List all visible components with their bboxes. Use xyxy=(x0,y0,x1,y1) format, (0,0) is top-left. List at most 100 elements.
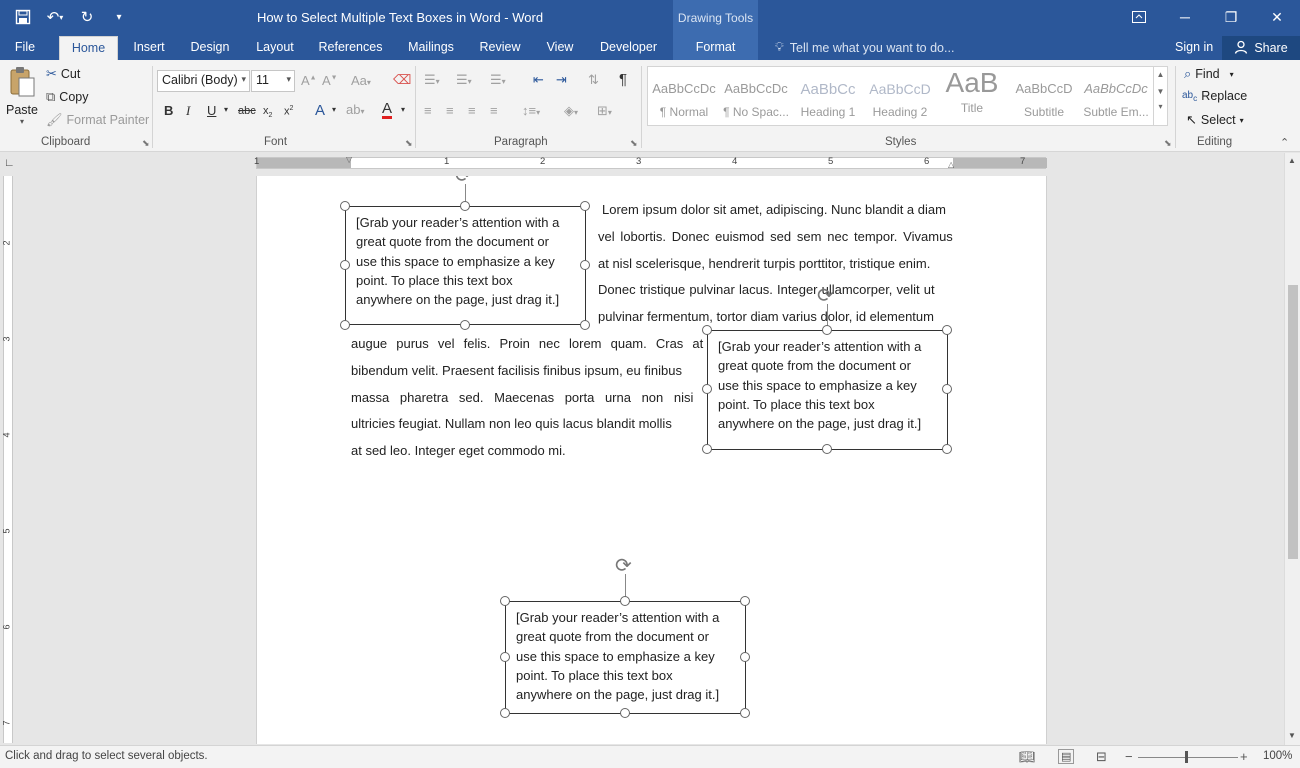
tab-review[interactable]: Review xyxy=(475,36,525,60)
minimize-icon[interactable]: ─ xyxy=(1162,0,1208,34)
decrease-indent-icon[interactable]: ⇤ xyxy=(533,72,544,88)
tab-insert[interactable]: Insert xyxy=(124,36,174,60)
resize-handle[interactable] xyxy=(702,384,712,394)
format-painter-button[interactable]: 🖌︎ Format Painter xyxy=(46,112,149,128)
subscript-icon[interactable]: x2 xyxy=(263,105,272,119)
resize-handle[interactable] xyxy=(702,325,712,335)
scroll-down-icon[interactable]: ▼ xyxy=(1288,731,1296,740)
vertical-ruler[interactable]: 2 3 4 5 6 7 xyxy=(0,176,16,743)
paste-button[interactable]: Paste ▾ xyxy=(4,66,40,132)
resize-handle[interactable] xyxy=(740,596,750,606)
style-heading-2[interactable]: AaBbCcD Heading 2 xyxy=(864,67,936,125)
tab-view[interactable]: View xyxy=(540,36,580,60)
resize-handle[interactable] xyxy=(580,201,590,211)
text-effects-icon[interactable]: A xyxy=(315,102,325,119)
resize-handle[interactable] xyxy=(340,320,350,330)
styles-launcher-icon[interactable]: ⬊ xyxy=(1164,138,1172,149)
tell-me-box[interactable]: 💡︎ Tell me what you want to do... xyxy=(775,40,954,55)
style-heading-1[interactable]: AaBbCc Heading 1 xyxy=(792,67,864,125)
resize-handle[interactable] xyxy=(340,260,350,270)
resize-handle[interactable] xyxy=(822,444,832,454)
styles-gallery-scroll[interactable]: ▲ ▼ ▾ xyxy=(1153,67,1167,125)
resize-handle[interactable] xyxy=(822,325,832,335)
resize-handle[interactable] xyxy=(942,384,952,394)
scroll-up-icon[interactable]: ▲ xyxy=(1288,156,1296,165)
font-size-combo[interactable]: 11 ▾ xyxy=(251,70,295,92)
line-spacing-icon[interactable]: ↕≡▾ xyxy=(522,103,540,118)
text-box[interactable]: [Grab your reader’s attention with a gre… xyxy=(707,330,948,450)
style-title[interactable]: AaB Title xyxy=(936,67,1008,125)
text-box[interactable]: [Grab your reader’s attention with a gre… xyxy=(345,206,586,325)
resize-handle[interactable] xyxy=(620,708,630,718)
tab-selector-icon[interactable]: ∟ xyxy=(4,157,15,169)
print-layout-icon[interactable]: ▤ xyxy=(1058,749,1075,764)
superscript-icon[interactable]: x2 xyxy=(284,105,293,118)
right-indent-marker[interactable]: △ xyxy=(948,160,954,169)
resize-handle[interactable] xyxy=(460,320,470,330)
tab-layout[interactable]: Layout xyxy=(248,36,302,60)
style-no-spacing[interactable]: AaBbCcDc ¶ No Spac... xyxy=(720,67,792,125)
collapse-ribbon-icon[interactable]: ⌃ xyxy=(1280,136,1289,149)
document-canvas[interactable]: Lorem ipsum dolor sit amet, adipiscing. … xyxy=(16,176,1284,744)
rotation-handle-icon[interactable]: ⟳ xyxy=(615,556,632,576)
justify-icon[interactable]: ≡ xyxy=(490,103,498,118)
scroll-up-icon[interactable]: ▲ xyxy=(1154,70,1167,79)
more-styles-icon[interactable]: ▾ xyxy=(1154,102,1167,111)
multilevel-list-icon[interactable]: ☰▾ xyxy=(490,72,506,88)
chevron-down-icon[interactable]: ▾ xyxy=(332,105,336,114)
read-mode-icon[interactable]: 📖︎ xyxy=(1019,749,1036,765)
shading-icon[interactable]: ◈▾ xyxy=(564,103,578,119)
numbering-icon[interactable]: ☰▾ xyxy=(456,72,472,88)
align-right-icon[interactable]: ≡ xyxy=(468,103,476,118)
bold-icon[interactable]: B xyxy=(164,103,173,118)
shrink-font-icon[interactable]: A▼ xyxy=(322,73,338,88)
resize-handle[interactable] xyxy=(620,596,630,606)
font-launcher-icon[interactable]: ⬊ xyxy=(405,138,413,149)
align-center-icon[interactable]: ≡ xyxy=(446,103,454,118)
resize-handle[interactable] xyxy=(942,444,952,454)
paragraph-launcher-icon[interactable]: ⬊ xyxy=(630,138,638,149)
style-subtitle[interactable]: AaBbCcD Subtitle xyxy=(1008,67,1080,125)
resize-handle[interactable] xyxy=(580,260,590,270)
style-subtle-emphasis[interactable]: AaBbCcDc Subtle Em... xyxy=(1080,67,1152,125)
tab-references[interactable]: References xyxy=(314,36,387,60)
scrollbar-thumb[interactable] xyxy=(1288,285,1298,559)
restore-icon[interactable]: ❐ xyxy=(1208,0,1254,34)
replace-button[interactable]: abc Replace xyxy=(1182,89,1247,103)
resize-handle[interactable] xyxy=(460,201,470,211)
resize-handle[interactable] xyxy=(500,652,510,662)
sign-in-link[interactable]: Sign in xyxy=(1175,40,1213,54)
style-normal[interactable]: AaBbCcDc ¶ Normal xyxy=(648,67,720,125)
align-left-icon[interactable]: ≡ xyxy=(424,103,432,118)
underline-icon[interactable]: U xyxy=(207,103,216,118)
cut-button[interactable]: ✂ Cut xyxy=(46,66,80,82)
chevron-down-icon[interactable]: ▾ xyxy=(224,105,228,114)
document-page[interactable]: Lorem ipsum dolor sit amet, adipiscing. … xyxy=(256,176,1047,744)
bullets-icon[interactable]: ☰▾ xyxy=(424,72,440,88)
resize-handle[interactable] xyxy=(702,444,712,454)
resize-handle[interactable] xyxy=(580,320,590,330)
tab-home[interactable]: Home xyxy=(59,36,118,60)
scroll-down-icon[interactable]: ▼ xyxy=(1154,87,1167,96)
close-icon[interactable]: ✕ xyxy=(1254,0,1300,34)
zoom-level[interactable]: 100% xyxy=(1263,750,1292,762)
web-layout-icon[interactable]: ⊟ xyxy=(1096,749,1107,765)
strikethrough-icon[interactable]: abc xyxy=(238,105,256,117)
increase-indent-icon[interactable]: ⇥ xyxy=(556,72,567,88)
tab-design[interactable]: Design xyxy=(184,36,236,60)
resize-handle[interactable] xyxy=(740,708,750,718)
sort-icon[interactable]: ⇅ xyxy=(588,72,599,88)
rotation-handle-icon[interactable]: ⟳ xyxy=(455,176,472,186)
resize-handle[interactable] xyxy=(740,652,750,662)
tab-developer[interactable]: Developer xyxy=(595,36,662,60)
chevron-down-icon[interactable]: ▾ xyxy=(401,105,405,114)
tab-file[interactable]: File xyxy=(0,36,50,60)
grow-font-icon[interactable]: A▲ xyxy=(301,73,317,88)
tab-format[interactable]: Format xyxy=(673,36,758,60)
vertical-scrollbar[interactable]: ▲ ▼ xyxy=(1284,153,1300,745)
borders-icon[interactable]: ⊞▾ xyxy=(597,103,612,119)
resize-handle[interactable] xyxy=(340,201,350,211)
zoom-slider[interactable] xyxy=(1138,757,1238,758)
italic-icon[interactable]: I xyxy=(186,103,190,119)
resize-handle[interactable] xyxy=(942,325,952,335)
